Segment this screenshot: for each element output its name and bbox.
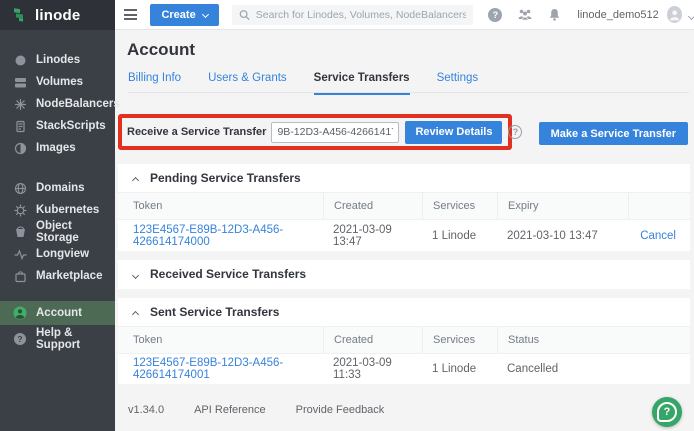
caret-up-icon: [132, 310, 139, 317]
sidebar-item-marketplace[interactable]: Marketplace: [0, 265, 115, 287]
sidebar-item-stackscripts[interactable]: StackScripts: [0, 115, 115, 137]
column-expiry: Expiry: [497, 193, 628, 219]
column-created: Created: [323, 327, 422, 353]
search-icon: [239, 9, 250, 21]
caret-down-icon: [132, 271, 139, 278]
sent-table-header: Token Created Services Status: [118, 326, 690, 353]
images-icon: [13, 141, 27, 155]
column-created: Created: [323, 193, 422, 219]
column-services: Services: [422, 193, 497, 219]
account-menu-chevron-icon[interactable]: [689, 6, 694, 24]
nodebalancers-icon: [13, 97, 27, 111]
linode-logo-icon: [12, 7, 28, 23]
linodes-icon: [13, 53, 27, 67]
provide-feedback-link[interactable]: Provide Feedback: [296, 404, 385, 416]
column-token: Token: [118, 193, 323, 219]
community-icon[interactable]: [517, 8, 533, 21]
api-reference-link[interactable]: API Reference: [194, 404, 266, 416]
make-service-transfer-button[interactable]: Make a Service Transfer: [539, 122, 688, 145]
sidebar-item-linodes[interactable]: Linodes: [0, 49, 115, 71]
column-status: Status: [497, 327, 690, 353]
status-cell: Cancelled: [497, 363, 690, 375]
sidebar-item-help-support[interactable]: ? Help & Support: [0, 327, 115, 351]
sidebar-item-kubernetes[interactable]: Kubernetes: [0, 199, 115, 221]
sidebar-item-object-storage[interactable]: Object Storage: [0, 221, 115, 243]
stackscripts-icon: [13, 119, 27, 133]
transfer-token-input[interactable]: [271, 122, 399, 143]
created-cell: 2021-03-09 11:33: [323, 357, 422, 381]
logo-text[interactable]: linode: [35, 7, 80, 24]
sent-transfers-panel: Sent Service Transfers Token Created Ser…: [118, 298, 690, 384]
sidebar-item-longview[interactable]: Longview: [0, 243, 115, 265]
pending-table-row: 123E4567-E89B-12D3-A456-426614174000 202…: [118, 219, 690, 251]
object-storage-icon: [13, 225, 27, 239]
cancel-link[interactable]: Cancel: [628, 230, 690, 242]
sent-transfers-header[interactable]: Sent Service Transfers: [118, 298, 690, 326]
avatar[interactable]: [667, 6, 682, 23]
help-icon[interactable]: ?: [488, 8, 502, 22]
sidebar-item-account[interactable]: Account: [0, 301, 115, 325]
linode-cloud-manager: linode Linodes Volumes NodeBalancers: [0, 0, 694, 431]
marketplace-icon: [13, 269, 27, 283]
services-cell: 1 Linode: [422, 363, 497, 375]
tab-divider: [128, 92, 689, 93]
help-bubble-icon: ?: [657, 402, 677, 422]
received-transfers-header[interactable]: Received Service Transfers: [118, 260, 690, 288]
help-support-icon: ?: [13, 332, 27, 346]
token-link[interactable]: 123E4567-E89B-12D3-A456-426614174000: [118, 224, 323, 248]
column-token: Token: [118, 327, 323, 353]
page-title: Account: [127, 40, 195, 60]
sidebar-item-domains[interactable]: Domains: [0, 177, 115, 199]
username: linode_demo512: [577, 9, 658, 21]
help-bubble-button[interactable]: ?: [652, 397, 682, 427]
services-cell: 1 Linode: [422, 230, 497, 242]
domains-icon: [13, 181, 27, 195]
kubernetes-icon: [13, 203, 27, 217]
annotation-highlight-box: Receive a Service Transfer Review Detail…: [118, 114, 512, 150]
hamburger-menu-icon[interactable]: [124, 7, 137, 23]
chevron-down-icon: [202, 11, 209, 18]
question-mark-icon[interactable]: ?: [508, 125, 522, 139]
caret-up-icon: [132, 176, 139, 183]
sidebar-item-images[interactable]: Images: [0, 137, 115, 159]
review-details-button[interactable]: Review Details: [405, 121, 502, 144]
account-icon: [13, 306, 27, 320]
sidebar-item-volumes[interactable]: Volumes: [0, 71, 115, 93]
footer: v1.34.0 API Reference Provide Feedback: [128, 404, 384, 416]
notifications-bell-icon[interactable]: [548, 8, 561, 22]
receive-transfer-label: Receive a Service Transfer: [127, 126, 266, 138]
search-input[interactable]: [256, 9, 467, 21]
longview-icon: [13, 247, 27, 261]
column-services: Services: [422, 327, 497, 353]
sent-table-row: 123E4567-E89B-12D3-A456-426614174001 202…: [118, 353, 690, 384]
logo-strip: linode: [0, 0, 115, 30]
create-button[interactable]: Create: [150, 4, 218, 26]
sidebar-item-nodebalancers[interactable]: NodeBalancers: [0, 93, 115, 115]
received-transfers-panel: Received Service Transfers: [118, 260, 690, 289]
topbar: Create ? linode_demo512: [115, 0, 694, 30]
pending-transfers-panel: Pending Service Transfers Token Created …: [118, 164, 690, 251]
expiry-cell: 2021-03-10 13:47: [497, 230, 628, 242]
search-bar: [232, 5, 474, 25]
main-content: Account Billing Info Users & Grants Serv…: [115, 30, 694, 431]
created-cell: 2021-03-09 13:47: [323, 224, 422, 248]
token-link[interactable]: 123E4567-E89B-12D3-A456-426614174001: [118, 357, 323, 381]
volumes-icon: [13, 75, 27, 89]
sidebar: Linodes Volumes NodeBalancers StackScrip…: [0, 30, 115, 431]
pending-table-header: Token Created Services Expiry: [118, 192, 690, 219]
version-label: v1.34.0: [128, 404, 164, 416]
pending-transfers-header[interactable]: Pending Service Transfers: [118, 164, 690, 192]
